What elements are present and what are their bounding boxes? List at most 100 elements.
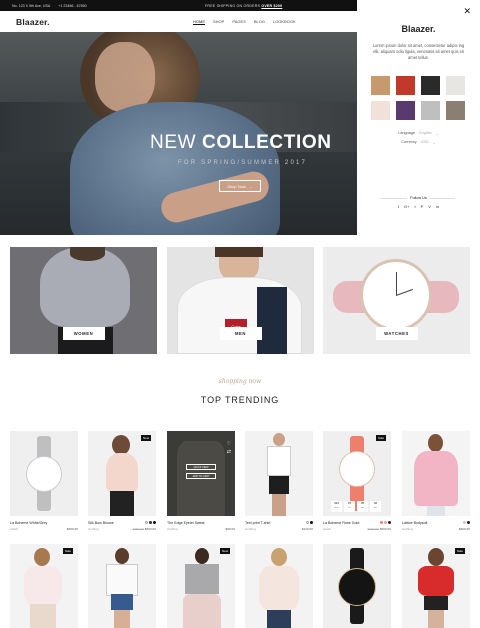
- site-header: Blaazer. HOME SHOP PAGES BLOG LOOKBOOK: [0, 11, 357, 32]
- model-top: [24, 566, 62, 606]
- product-image[interactable]: New: [167, 544, 235, 628]
- product-image[interactable]: Sale: [10, 544, 78, 628]
- product-card[interactable]: New: [167, 544, 235, 628]
- product-category: watch: [10, 527, 19, 531]
- banner-watch-hand: [396, 272, 397, 295]
- product-card[interactable]: New Silk Bow Blouse clothing $450.00$300.…: [88, 431, 156, 531]
- product-name[interactable]: The Edge Eyelet Sweat: [167, 521, 235, 525]
- model-skirt: [110, 491, 134, 516]
- pinterest-icon[interactable]: P: [421, 204, 424, 209]
- banner-women-label[interactable]: WOMEN: [62, 327, 105, 340]
- product-card[interactable]: [88, 544, 156, 628]
- product-image[interactable]: [10, 431, 78, 516]
- color-swatches[interactable]: [306, 521, 313, 524]
- model-shorts: [269, 476, 289, 494]
- watch-face: [338, 568, 376, 606]
- product-name[interactable]: Text print T-shirt: [245, 521, 313, 525]
- product-image[interactable]: [402, 431, 470, 516]
- product-card[interactable]: Sale: [402, 544, 470, 628]
- banner-men-jacket: [257, 287, 287, 354]
- product-price: $450.00$300.00: [132, 527, 156, 531]
- product-image[interactable]: [88, 544, 156, 628]
- instagram-photo[interactable]: [421, 101, 440, 120]
- social-links: f G+ t P V in: [357, 204, 480, 209]
- product-price: $120.00: [301, 527, 313, 531]
- model-legs: [114, 610, 130, 628]
- nav-pages[interactable]: PAGES: [232, 19, 246, 24]
- product-name[interactable]: Lattice Bodysuit: [402, 521, 470, 525]
- product-category: clothing: [402, 527, 413, 531]
- heart-icon[interactable]: ♡: [227, 441, 231, 447]
- product-card[interactable]: [323, 544, 391, 628]
- promo-link[interactable]: OVER $200: [261, 4, 282, 8]
- linkedin-icon[interactable]: in: [436, 204, 439, 209]
- nav-shop[interactable]: SHOP: [213, 19, 224, 24]
- product-card[interactable]: La Boheme White/Grey watch $450.00: [10, 431, 78, 531]
- product-image[interactable]: [245, 544, 313, 628]
- phone-text: +1 23456 - 67890: [58, 3, 87, 8]
- site-logo[interactable]: Blaazer.: [16, 17, 50, 27]
- product-image[interactable]: Sale: [402, 544, 470, 628]
- vimeo-icon[interactable]: V: [428, 204, 431, 209]
- instagram-photo[interactable]: [446, 76, 465, 95]
- timer-minutes: 35 min: [357, 501, 368, 512]
- product-price: $450.00: [66, 527, 78, 531]
- instagram-photo[interactable]: [421, 76, 440, 95]
- model-tshirt: [267, 446, 291, 476]
- product-card[interactable]: Sale: [10, 544, 78, 628]
- add-to-cart-button[interactable]: ADD TO CART: [186, 473, 216, 479]
- model-skirt: [424, 596, 448, 610]
- instagram-photo[interactable]: [396, 101, 415, 120]
- product-name[interactable]: La Boheme White/Grey: [10, 521, 78, 525]
- nav-lookbook[interactable]: LOOKBOOK: [273, 19, 296, 24]
- close-icon[interactable]: ✕: [463, 6, 471, 17]
- arrow-right-icon: →: [248, 183, 253, 189]
- product-card[interactable]: Lattice Bodysuit clothing $400.00: [402, 431, 470, 531]
- currency-value[interactable]: USD: [421, 140, 429, 145]
- twitter-icon[interactable]: t: [414, 204, 415, 209]
- compare-icon[interactable]: ⇄: [227, 449, 231, 455]
- banner-watches-label[interactable]: WATCHES: [375, 327, 418, 340]
- nav-blog[interactable]: BLOG: [254, 19, 265, 24]
- model-head: [273, 433, 285, 446]
- nav-home[interactable]: HOME: [193, 19, 205, 24]
- model-jeans: [267, 610, 291, 628]
- main-nav: HOME SHOP PAGES BLOG LOOKBOOK: [193, 19, 296, 24]
- product-card[interactable]: Text print T-shirt clothing $120.00: [245, 431, 313, 531]
- product-card[interactable]: QUICK VIEW ADD TO CART ♡ ⇄ The Edge Eyel…: [167, 431, 235, 531]
- model-shorts: [111, 594, 133, 610]
- product-card[interactable]: [245, 544, 313, 628]
- shop-now-button[interactable]: Shop Now →: [219, 180, 261, 192]
- product-image[interactable]: QUICK VIEW ADD TO CART ♡ ⇄: [167, 431, 235, 516]
- product-image[interactable]: [245, 431, 313, 516]
- banner-men[interactable]: Coke MEN: [167, 247, 314, 354]
- quick-view-button[interactable]: QUICK VIEW: [186, 464, 216, 470]
- product-card[interactable]: Sale 322 days 07 hrs 35 min 46 sec La Boheme…: [323, 431, 391, 531]
- instagram-photo[interactable]: [446, 101, 465, 120]
- banner-men-label[interactable]: MEN: [219, 327, 262, 340]
- instagram-photo[interactable]: [371, 101, 390, 120]
- currency-switcher[interactable]: Currency USD ⌄: [357, 140, 480, 145]
- instagram-photo[interactable]: [371, 76, 390, 95]
- language-value[interactable]: English: [419, 131, 431, 136]
- follow-us-heading: Follow Us: [357, 196, 480, 200]
- model-legs: [428, 610, 444, 628]
- color-swatches[interactable]: [463, 521, 470, 524]
- banner-men-hair: [215, 247, 263, 257]
- facebook-icon[interactable]: f: [398, 204, 399, 209]
- product-image[interactable]: [323, 544, 391, 628]
- product-image[interactable]: New: [88, 431, 156, 516]
- color-swatches[interactable]: [145, 521, 156, 524]
- product-image[interactable]: Sale 322 days 07 hrs 35 min 46 sec: [323, 431, 391, 516]
- model-hair: [112, 435, 130, 455]
- banner-women[interactable]: WOMEN: [10, 247, 157, 354]
- color-swatches[interactable]: [380, 521, 391, 524]
- sale-badge: Sale: [62, 548, 73, 554]
- promo-text: FREE SHIPPING ON ORDERS OVER $200: [205, 4, 282, 8]
- contact-info: No. 123 X 9th Ave, USA +1 23456 - 67890: [12, 4, 87, 8]
- instagram-photo[interactable]: [396, 76, 415, 95]
- banner-watches[interactable]: WATCHES: [323, 247, 470, 354]
- language-switcher[interactable]: Language English ⌄: [357, 131, 480, 136]
- countdown-timer: 322 days 07 hrs 35 min 46 sec: [331, 501, 381, 512]
- google-plus-icon[interactable]: G+: [404, 204, 409, 209]
